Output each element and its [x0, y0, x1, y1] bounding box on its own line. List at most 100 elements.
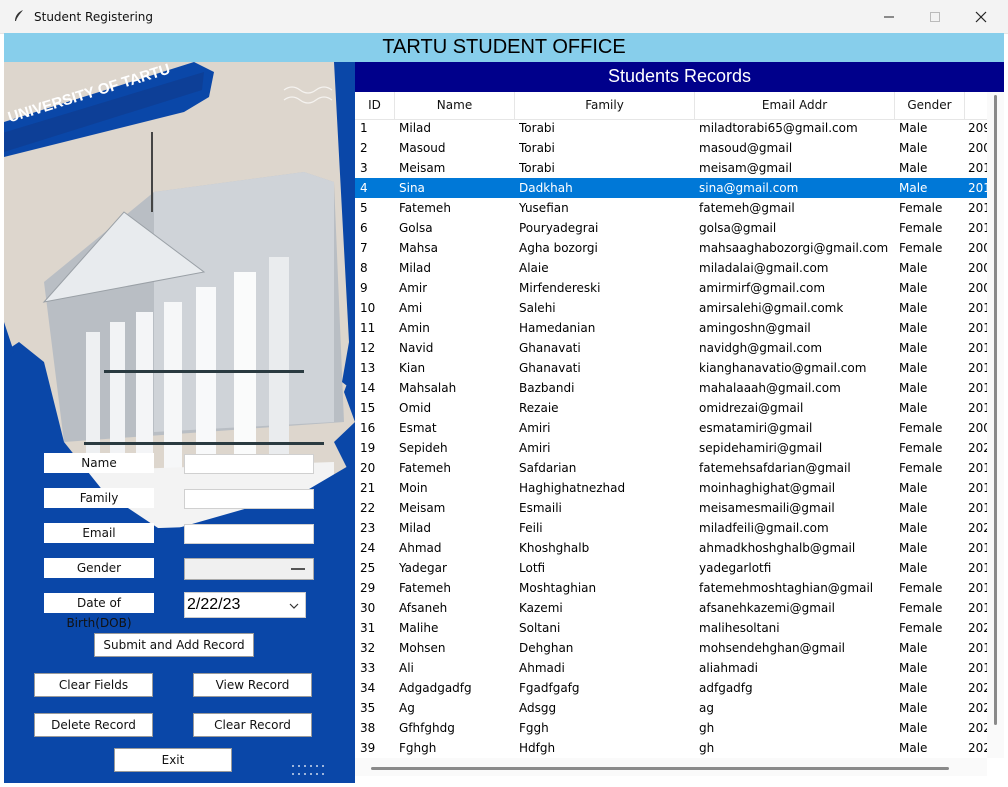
horizontal-scrollbar[interactable]: [355, 758, 987, 776]
table-cell: Gfhfghdg: [399, 721, 455, 735]
table-cell: Male: [899, 481, 928, 495]
dob-date-picker[interactable]: 2/22/23: [184, 592, 306, 618]
table-cell: omidrezai@gmail: [699, 401, 804, 415]
maximize-button[interactable]: [912, 0, 958, 33]
table-cell: Moshtaghian: [519, 581, 597, 595]
table-row[interactable]: 5 Fatemeh Yusefian fatemeh@gmail Female 201: [355, 198, 987, 218]
table-cell: ag: [699, 701, 714, 715]
table-cell: Ami: [399, 301, 423, 315]
table-cell: 201: [968, 201, 987, 215]
table-cell: 202: [968, 621, 987, 635]
table-cell: Female: [899, 221, 943, 235]
table-cell: Male: [899, 741, 928, 755]
clear-fields-button[interactable]: Clear Fields: [34, 673, 153, 697]
vertical-scroll-thumb[interactable]: [994, 95, 997, 725]
table-cell: 201: [968, 401, 987, 415]
table-row[interactable]: 6 Golsa Pouryadegrai golsa@gmail Female 201: [355, 218, 987, 238]
view-record-button[interactable]: View Record: [193, 673, 312, 697]
table-row[interactable]: 30 Afsaneh Kazemi afsanehkazemi@gmail Female…: [355, 598, 987, 618]
table-row[interactable]: 24 Ahmad Khoshghalb ahmadkhoshghalb@gmail Ma…: [355, 538, 987, 558]
table-cell: Female: [899, 621, 943, 635]
table-cell: 2: [360, 141, 368, 155]
name-field[interactable]: [184, 454, 314, 474]
table-row[interactable]: 14 Mahsalah Bazbandi mahalaaah@gmail.com Mal…: [355, 378, 987, 398]
column-header-gender[interactable]: Gender: [895, 92, 965, 119]
table-row[interactable]: 12 Navid Ghanavati navidgh@gmail.com Male 201: [355, 338, 987, 358]
dob-value: 2/22/23: [187, 596, 241, 613]
table-row[interactable]: 29 Fatemeh Moshtaghian fatemehmoshtaghian@g…: [355, 578, 987, 598]
table-row[interactable]: 39 Fghgh Hdfgh gh Male 202: [355, 738, 987, 758]
table-cell: navidgh@gmail.com: [699, 341, 823, 355]
email-field[interactable]: [184, 524, 314, 544]
table-cell: Male: [899, 301, 928, 315]
table-cell: Male: [899, 261, 928, 275]
table-cell: 29: [360, 581, 376, 595]
table-cell: 5: [360, 201, 368, 215]
family-field[interactable]: [184, 489, 314, 509]
table-row[interactable]: 35 Ag Adsgg ag Male 202: [355, 698, 987, 718]
table-cell: 201: [968, 221, 987, 235]
table-cell: Mahsa: [399, 241, 438, 255]
table-row[interactable]: 2 Masoud Torabi masoud@gmail Male 200: [355, 138, 987, 158]
close-button[interactable]: [958, 0, 1004, 33]
gender-select[interactable]: [184, 558, 314, 580]
column-header-email[interactable]: Email Addr: [695, 92, 895, 119]
table-row[interactable]: 33 Ali Ahmadi aliahmadi Male 201: [355, 658, 987, 678]
table-row[interactable]: 19 Sepideh Amiri sepidehamiri@gmail Female 20…: [355, 438, 987, 458]
table-row[interactable]: 34 Adgadgadfg Fgadfgafg adfgadfg Male 202: [355, 678, 987, 698]
column-header-name[interactable]: Name: [395, 92, 515, 119]
vertical-scrollbar[interactable]: [987, 92, 1004, 758]
records-panel: Students Records ID Name Family Email Ad…: [355, 62, 1004, 783]
table-cell: Adgadgadfg: [399, 681, 472, 695]
table-cell: 19: [360, 441, 376, 455]
table-row[interactable]: 3 Meisam Torabi meisam@gmail Male 201: [355, 158, 987, 178]
table-cell: Rezaie: [519, 401, 559, 415]
table-row[interactable]: 1 Milad Torabi miladtorabi65@gmail.com Male 2…: [355, 118, 987, 138]
table-cell: Ghanavati: [519, 341, 581, 355]
table-cell: Kian: [399, 361, 426, 375]
dob-label: Date of Birth(DOB): [44, 593, 154, 630]
table-cell: 7: [360, 241, 368, 255]
table-cell: 202: [968, 681, 987, 695]
name-label: Name: [44, 453, 154, 473]
clear-record-button[interactable]: Clear Record: [193, 713, 312, 737]
table-row[interactable]: 7 Mahsa Agha bozorgi mahsaaghabozorgi@gmail…: [355, 238, 987, 258]
table-row[interactable]: 11 Amin Hamedanian amingoshn@gmail Male 201: [355, 318, 987, 338]
column-header-family[interactable]: Family: [515, 92, 695, 119]
table-row[interactable]: 23 Milad Feili miladfeili@gmail.com Male 202: [355, 518, 987, 538]
email-label: Email: [44, 523, 154, 543]
table-row[interactable]: 8 Milad Alaie miladalai@gmail.com Male 200: [355, 258, 987, 278]
family-label: Family: [44, 488, 154, 508]
table-cell: Agha bozorgi: [519, 241, 598, 255]
table-row[interactable]: 38 Gfhfghdg Fggh gh Male 202: [355, 718, 987, 738]
table-cell: Adsgg: [519, 701, 557, 715]
table-cell: Male: [899, 121, 928, 135]
table-row[interactable]: 16 Esmat Amiri esmatamiri@gmail Female 200: [355, 418, 987, 438]
table-row[interactable]: 21 Moin Haghighatnezhad moinhaghighat@gmail…: [355, 478, 987, 498]
table-cell: 201: [968, 361, 987, 375]
table-row[interactable]: 31 Malihe Soltani malihesoltani Female 202: [355, 618, 987, 638]
exit-button[interactable]: Exit: [114, 748, 232, 772]
records-table[interactable]: ID Name Family Email Addr Gender 1 Milad T…: [355, 92, 987, 758]
table-cell: miladtorabi65@gmail.com: [699, 121, 858, 135]
table-row[interactable]: 9 Amir Mirfendereski amirmirf@gmail.com Male…: [355, 278, 987, 298]
table-row[interactable]: 15 Omid Rezaie omidrezai@gmail Male 201: [355, 398, 987, 418]
table-cell: sina@gmail.com: [699, 181, 799, 195]
app-header-title: TARTU STUDENT OFFICE: [382, 36, 626, 58]
minimize-button[interactable]: [866, 0, 912, 33]
submit-add-record-button[interactable]: Submit and Add Record: [94, 633, 254, 657]
table-row[interactable]: 20 Fatemeh Safdarian fatemehsafdarian@gmail…: [355, 458, 987, 478]
table-row[interactable]: 4 Sina Dadkhah sina@gmail.com Male 201: [355, 178, 987, 198]
column-header-id[interactable]: ID: [355, 92, 395, 119]
delete-record-button[interactable]: Delete Record: [34, 713, 153, 737]
table-cell: meisamesmaili@gmail: [699, 501, 835, 515]
horizontal-scroll-thumb[interactable]: [371, 767, 949, 770]
table-row[interactable]: 10 Ami Salehi amirsalehi@gmail.comk Male 201: [355, 298, 987, 318]
table-cell: 38: [360, 721, 376, 735]
table-row[interactable]: 32 Mohsen Dehghan mohsendehghan@gmail Male 20…: [355, 638, 987, 658]
table-row[interactable]: 13 Kian Ghanavati kianghanavatio@gmail.com M…: [355, 358, 987, 378]
table-cell: Haghighatnezhad: [519, 481, 626, 495]
table-row[interactable]: 22 Meisam Esmaili meisamesmaili@gmail Male 20…: [355, 498, 987, 518]
table-cell: moinhaghighat@gmail: [699, 481, 836, 495]
table-row[interactable]: 25 Yadegar Lotfi yadegarlotfi Male 201: [355, 558, 987, 578]
